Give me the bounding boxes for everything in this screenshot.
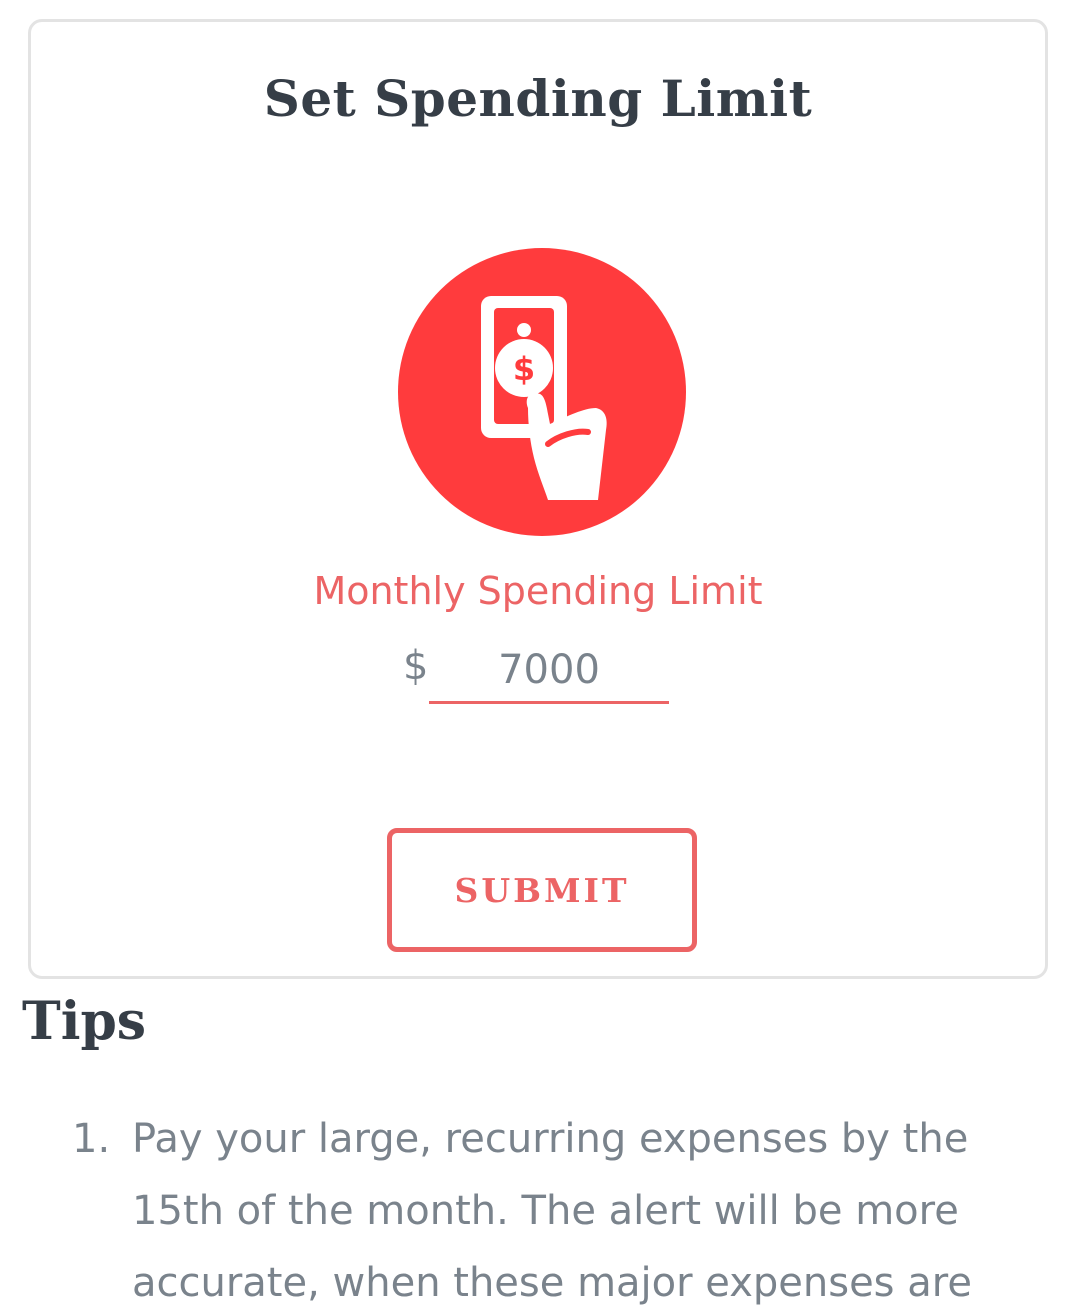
tip-text: Pay your large, recurring expenses by th… — [132, 1116, 972, 1306]
card-title: Set Spending Limit — [263, 69, 813, 128]
currency-symbol: $ — [403, 643, 429, 689]
submit-button[interactable]: SUBMIT — [387, 828, 697, 952]
tips-list: 1. Pay your large, recurring expenses by… — [0, 1103, 1080, 1312]
tips-heading: Tips — [22, 991, 147, 1052]
tip-number: 1. — [72, 1116, 111, 1162]
spending-limit-card: Set Spending Limit $ Monthly Spending Li… — [28, 19, 1048, 979]
tip-item: 1. Pay your large, recurring expenses by… — [0, 1103, 1080, 1312]
svg-text:$: $ — [513, 350, 535, 388]
monthly-spending-limit-label: Monthly Spending Limit — [313, 569, 763, 613]
hand-holding-cash-icon: $ — [398, 248, 686, 536]
spending-limit-input[interactable] — [429, 638, 669, 704]
